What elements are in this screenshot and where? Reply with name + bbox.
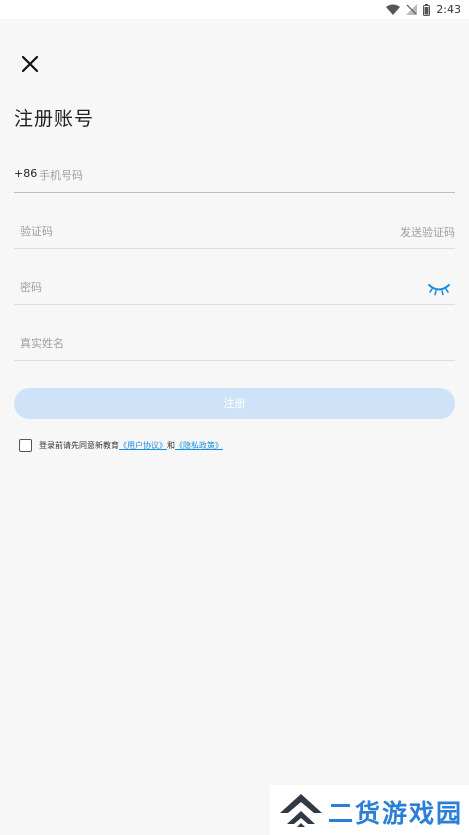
phone-input[interactable]	[39, 160, 439, 190]
wifi-icon	[386, 4, 401, 15]
user-agreement-link[interactable]: 《用户协议》	[119, 440, 167, 451]
send-code-button[interactable]: 发送验证码	[400, 224, 455, 240]
agreement-checkbox[interactable]	[19, 439, 32, 452]
agreement-joiner: 和	[167, 441, 175, 450]
code-field: 发送验证码	[14, 216, 455, 249]
password-input[interactable]	[20, 272, 400, 302]
battery-icon	[423, 3, 431, 16]
watermark: 二货游戏园	[270, 785, 469, 835]
watermark-logo-icon	[280, 794, 322, 827]
phone-field: +86	[14, 160, 455, 193]
close-button[interactable]	[18, 52, 42, 76]
agreement-row: 登录前请先同意新教育 《用户协议》 和 《隐私政策》	[19, 438, 223, 453]
register-button[interactable]: 注册	[14, 388, 455, 419]
country-code[interactable]: +86	[14, 167, 37, 180]
agreement-text: 登录前请先同意新教育	[39, 441, 119, 450]
page-title: 注册账号	[14, 108, 95, 130]
status-icons: 2:43	[386, 2, 461, 17]
real-name-input[interactable]	[20, 328, 440, 358]
eye-closed-icon	[428, 284, 450, 296]
password-field	[14, 272, 455, 305]
status-time: 2:43	[436, 3, 461, 16]
status-bar: 2:43	[0, 0, 469, 19]
close-icon	[21, 55, 39, 73]
password-visibility-toggle[interactable]	[427, 281, 451, 296]
real-name-field	[14, 328, 455, 361]
watermark-text: 二货游戏园	[328, 799, 464, 828]
no-signal-icon	[406, 4, 418, 15]
code-input[interactable]	[20, 216, 360, 246]
privacy-policy-link[interactable]: 《隐私政策》	[175, 440, 223, 451]
